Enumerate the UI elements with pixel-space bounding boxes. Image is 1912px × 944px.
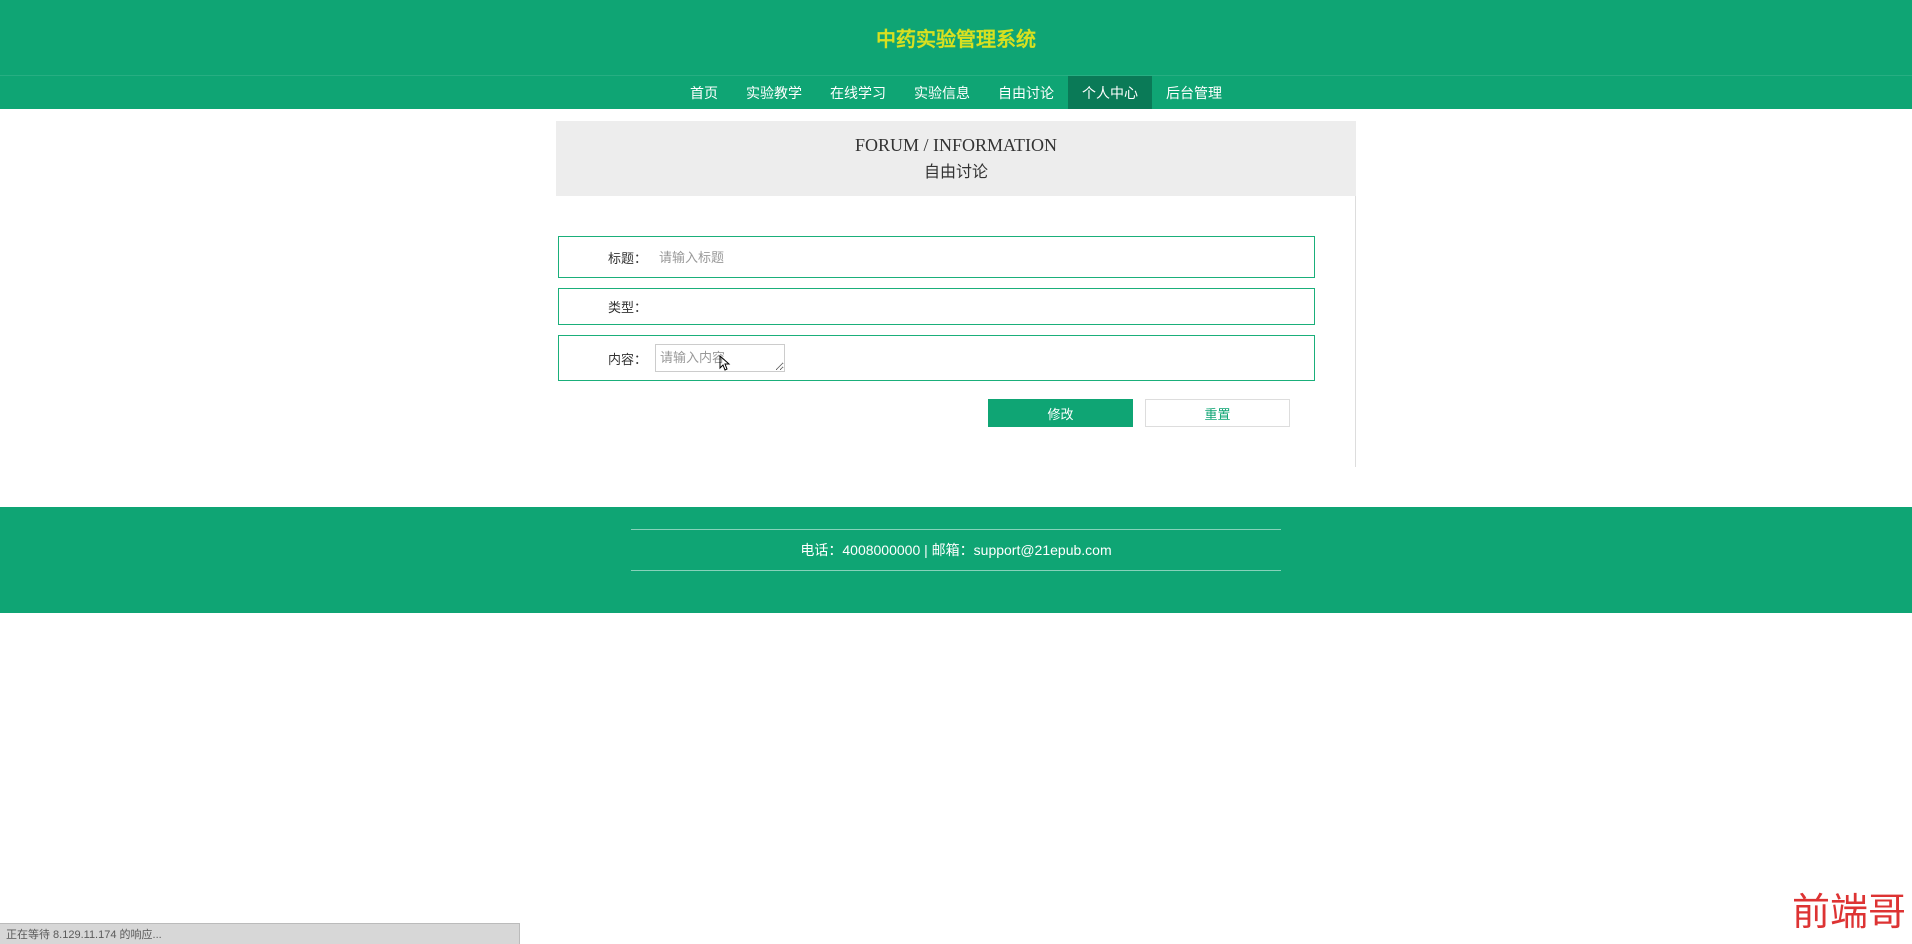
main-nav: 首页 实验教学 在线学习 实验信息 自由讨论 个人中心 后台管理	[0, 76, 1912, 109]
header-banner: 中药实验管理系统	[0, 0, 1912, 76]
title-input[interactable]	[655, 245, 1302, 269]
browser-status-bar: 正在等待 8.129.11.174 的响应...	[0, 923, 520, 944]
content-wrapper: FORUM / INFORMATION 自由讨论 标题： 类型： 内容： 修改 …	[556, 121, 1356, 467]
form-row-type: 类型：	[558, 288, 1315, 325]
footer-contact: 电话：4008000000 | 邮箱：support@21epub.com	[0, 540, 1912, 560]
nav-online-study[interactable]: 在线学习	[816, 76, 900, 109]
section-title-en: FORUM / INFORMATION	[556, 135, 1356, 156]
form-row-title: 标题：	[558, 236, 1315, 278]
nav-admin[interactable]: 后台管理	[1152, 76, 1236, 109]
footer: 电话：4008000000 | 邮箱：support@21epub.com	[0, 507, 1912, 613]
form-container: 标题： 类型： 内容： 修改 重置	[556, 196, 1356, 467]
nav-personal-center[interactable]: 个人中心	[1068, 76, 1152, 109]
reset-button[interactable]: 重置	[1145, 399, 1290, 427]
watermark-text: 前端哥	[1792, 881, 1906, 936]
submit-button[interactable]: 修改	[988, 399, 1133, 427]
site-title: 中药实验管理系统	[876, 23, 1036, 52]
nav-experiment-info[interactable]: 实验信息	[900, 76, 984, 109]
nav-experiment-teaching[interactable]: 实验教学	[732, 76, 816, 109]
nav-home[interactable]: 首页	[676, 76, 732, 109]
content-label: 内容：	[571, 349, 655, 368]
section-title-zh: 自由讨论	[556, 158, 1356, 182]
footer-divider-bottom	[631, 570, 1281, 571]
form-row-content: 内容：	[558, 335, 1315, 381]
nav-forum[interactable]: 自由讨论	[984, 76, 1068, 109]
content-textarea[interactable]	[655, 344, 785, 372]
type-label: 类型：	[571, 297, 655, 316]
title-label: 标题：	[571, 248, 655, 267]
button-row: 修改 重置	[558, 399, 1315, 427]
section-header: FORUM / INFORMATION 自由讨论	[556, 121, 1356, 196]
footer-divider-top	[631, 529, 1281, 530]
